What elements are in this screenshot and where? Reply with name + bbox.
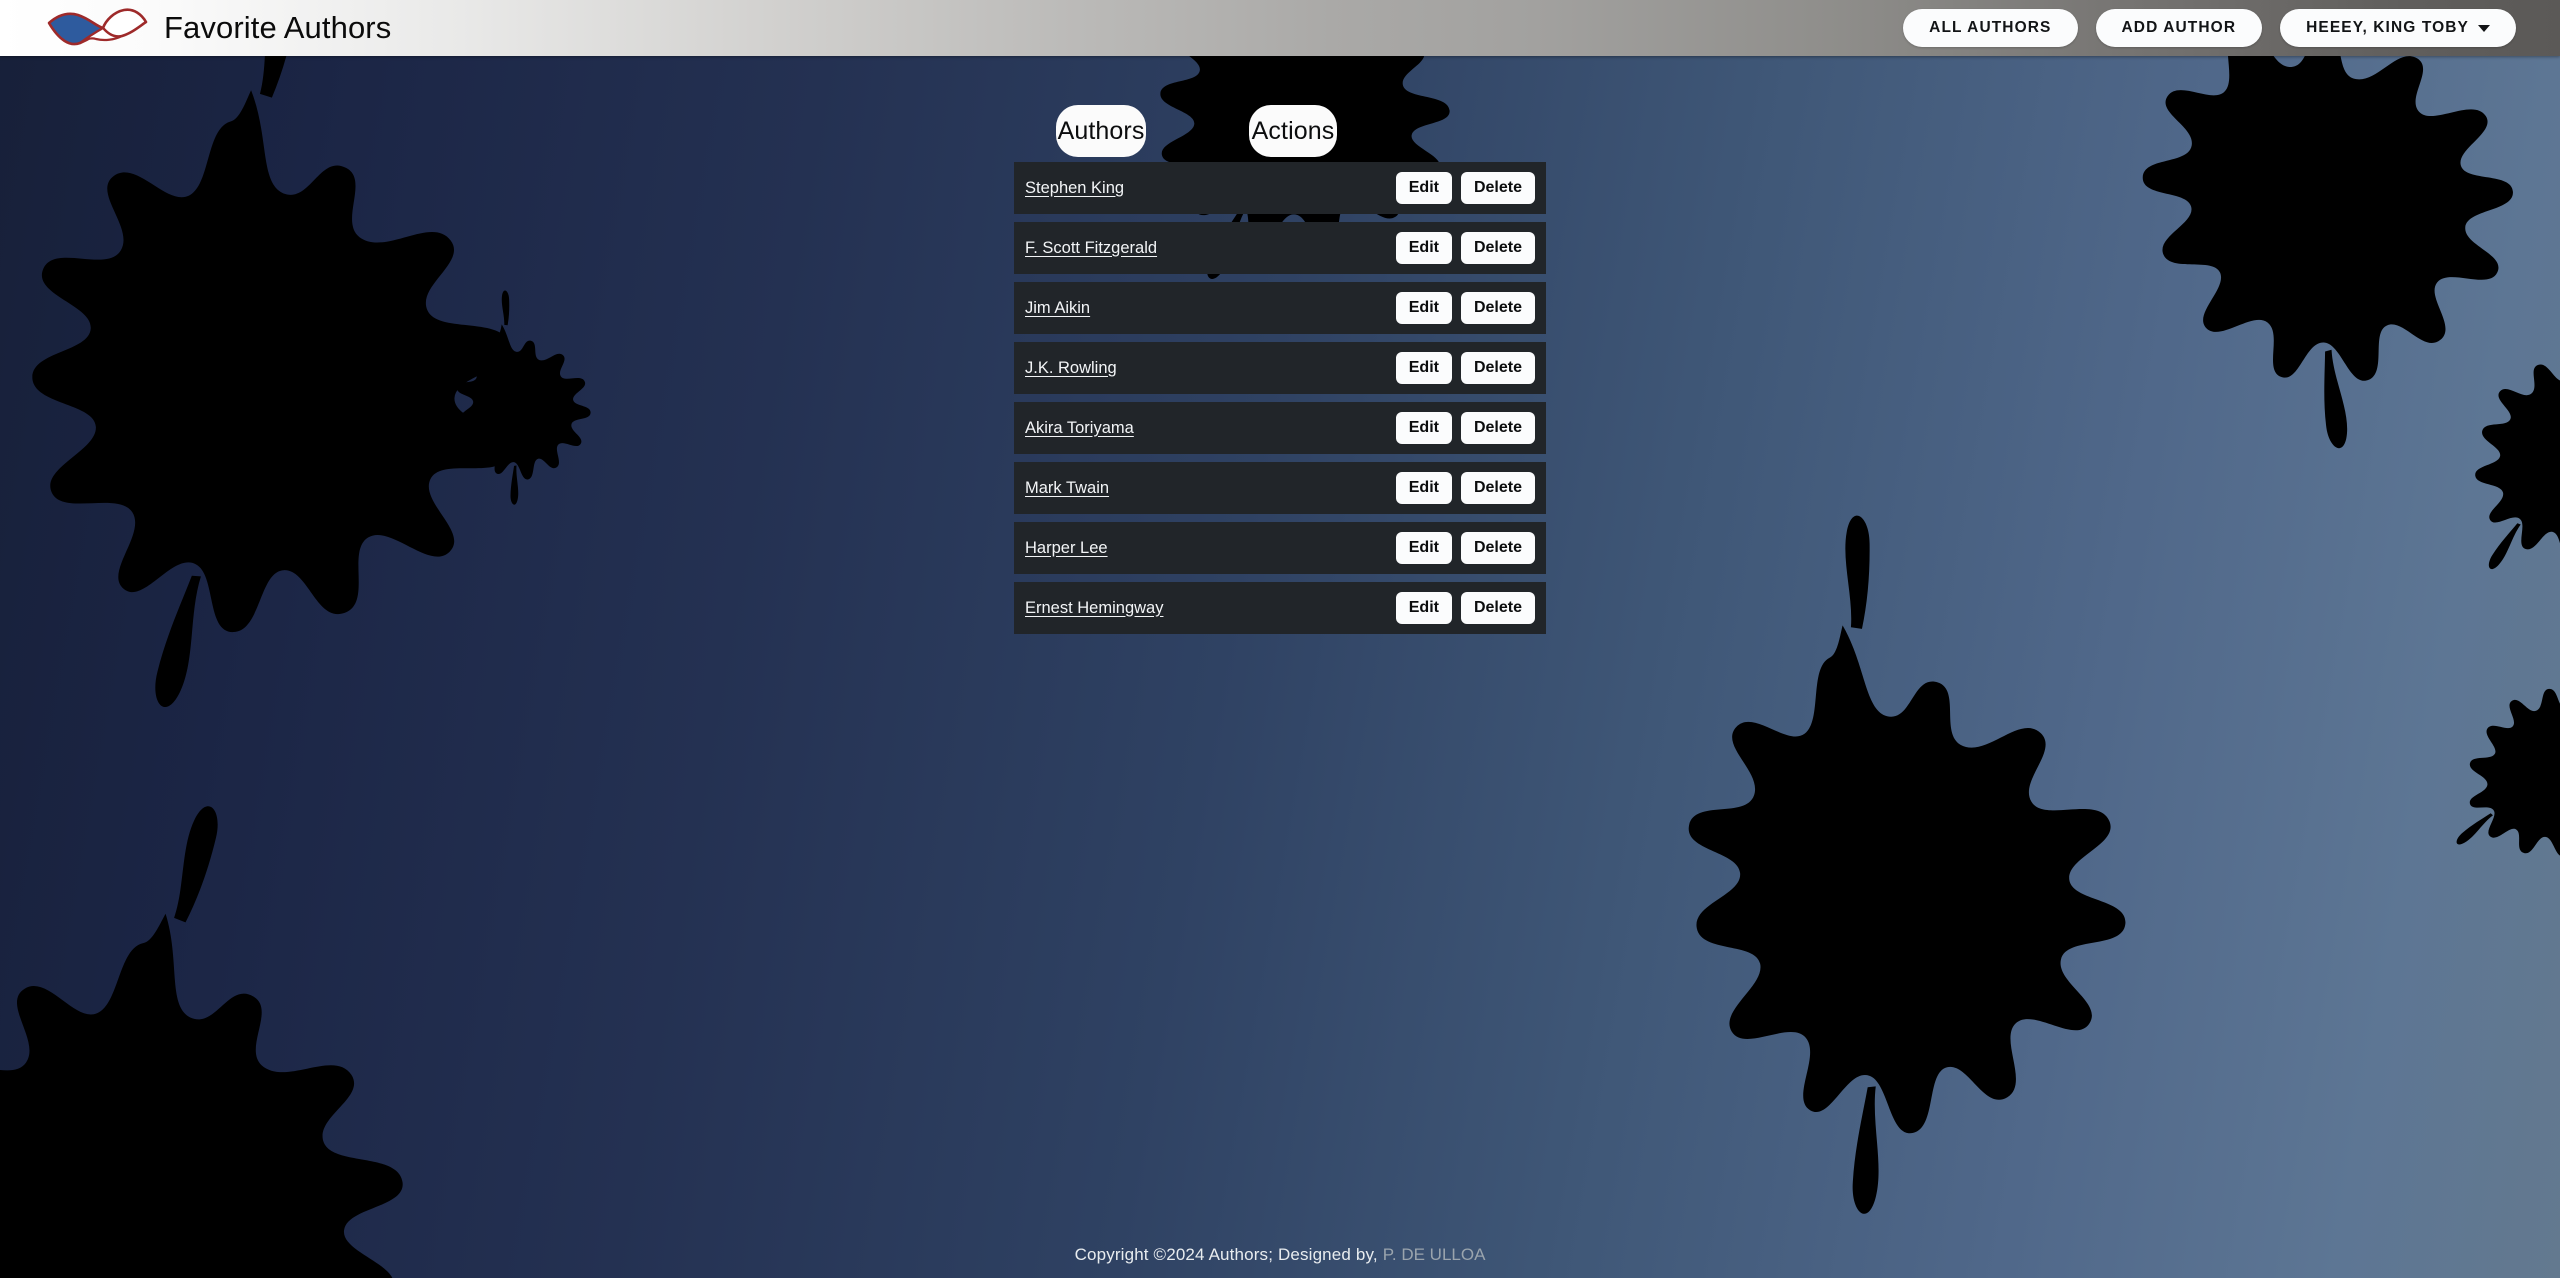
main-content: Authors Actions Stephen King Edit Delete F.… xyxy=(0,56,2560,1278)
edit-button[interactable]: Edit xyxy=(1395,592,1452,624)
row-actions: Edit Delete xyxy=(1395,232,1535,264)
table-row: Jim Aikin Edit Delete xyxy=(1014,282,1546,334)
brand-link[interactable]: Favorite Authors xyxy=(0,6,391,50)
author-name-link[interactable]: Mark Twain xyxy=(1025,479,1109,498)
table-row: Stephen King Edit Delete xyxy=(1014,162,1546,214)
user-menu-label: HEEEY, KING TOBY xyxy=(2306,19,2469,36)
table-row: Akira Toriyama Edit Delete xyxy=(1014,402,1546,454)
authors-table-header: Authors Actions xyxy=(1014,100,1546,162)
table-row: Mark Twain Edit Delete xyxy=(1014,462,1546,514)
delete-button[interactable]: Delete xyxy=(1460,592,1535,624)
delete-button[interactable]: Delete xyxy=(1460,172,1535,204)
edit-button[interactable]: Edit xyxy=(1395,292,1452,324)
edit-button[interactable]: Edit xyxy=(1395,532,1452,564)
authors-table-body: Stephen King Edit Delete F. Scott Fitzgeral… xyxy=(1014,162,1546,634)
delete-button[interactable]: Delete xyxy=(1460,292,1535,324)
row-actions: Edit Delete xyxy=(1395,292,1535,324)
author-name-link[interactable]: F. Scott Fitzgerald xyxy=(1025,239,1157,258)
row-actions: Edit Delete xyxy=(1395,532,1535,564)
row-actions: Edit Delete xyxy=(1395,472,1535,504)
add-author-button[interactable]: ADD AUTHOR xyxy=(2095,9,2263,47)
user-menu-dropdown[interactable]: HEEEY, KING TOBY xyxy=(2280,9,2516,47)
author-name-link[interactable]: Jim Aikin xyxy=(1025,299,1090,318)
table-row: Ernest Hemingway Edit Delete xyxy=(1014,582,1546,634)
author-name-link[interactable]: J.K. Rowling xyxy=(1025,359,1117,378)
edit-button[interactable]: Edit xyxy=(1395,472,1452,504)
copyright-text: Copyright ©2024 Authors; Designed by, xyxy=(1074,1245,1378,1264)
edit-button[interactable]: Edit xyxy=(1395,412,1452,444)
authors-table: Authors Actions Stephen King Edit Delete F.… xyxy=(1014,100,1546,642)
table-row: F. Scott Fitzgerald Edit Delete xyxy=(1014,222,1546,274)
author-name-link[interactable]: Stephen King xyxy=(1025,179,1124,198)
table-row: Harper Lee Edit Delete xyxy=(1014,522,1546,574)
delete-button[interactable]: Delete xyxy=(1460,412,1535,444)
column-header-authors: Authors xyxy=(1056,105,1146,157)
author-name-link[interactable]: Akira Toriyama xyxy=(1025,419,1134,438)
author-name-link[interactable]: Ernest Hemingway xyxy=(1025,599,1163,618)
all-authors-label: ALL AUTHORS xyxy=(1929,19,2052,36)
delete-button[interactable]: Delete xyxy=(1460,472,1535,504)
all-authors-button[interactable]: ALL AUTHORS xyxy=(1903,9,2078,47)
row-actions: Edit Delete xyxy=(1395,592,1535,624)
page-title: Favorite Authors xyxy=(164,10,392,45)
footer: Copyright ©2024 Authors; Designed by, P.… xyxy=(0,1232,2560,1278)
designer-link[interactable]: P. DE ULLOA xyxy=(1383,1245,1486,1265)
add-author-label: ADD AUTHOR xyxy=(2121,19,2237,36)
navbar-actions: ALL AUTHORS ADD AUTHOR HEEEY, KING TOBY xyxy=(1903,9,2560,47)
delete-button[interactable]: Delete xyxy=(1460,232,1535,264)
row-actions: Edit Delete xyxy=(1395,172,1535,204)
open-book-icon xyxy=(46,6,150,50)
edit-button[interactable]: Edit xyxy=(1395,352,1452,384)
column-header-actions: Actions xyxy=(1249,105,1337,157)
delete-button[interactable]: Delete xyxy=(1460,352,1535,384)
row-actions: Edit Delete xyxy=(1395,412,1535,444)
delete-button[interactable]: Delete xyxy=(1460,532,1535,564)
edit-button[interactable]: Edit xyxy=(1395,232,1452,264)
edit-button[interactable]: Edit xyxy=(1395,172,1452,204)
chevron-down-icon xyxy=(2478,24,2490,32)
row-actions: Edit Delete xyxy=(1395,352,1535,384)
table-row: J.K. Rowling Edit Delete xyxy=(1014,342,1546,394)
navbar: Favorite Authors ALL AUTHORS ADD AUTHOR … xyxy=(0,0,2560,56)
author-name-link[interactable]: Harper Lee xyxy=(1025,539,1108,558)
